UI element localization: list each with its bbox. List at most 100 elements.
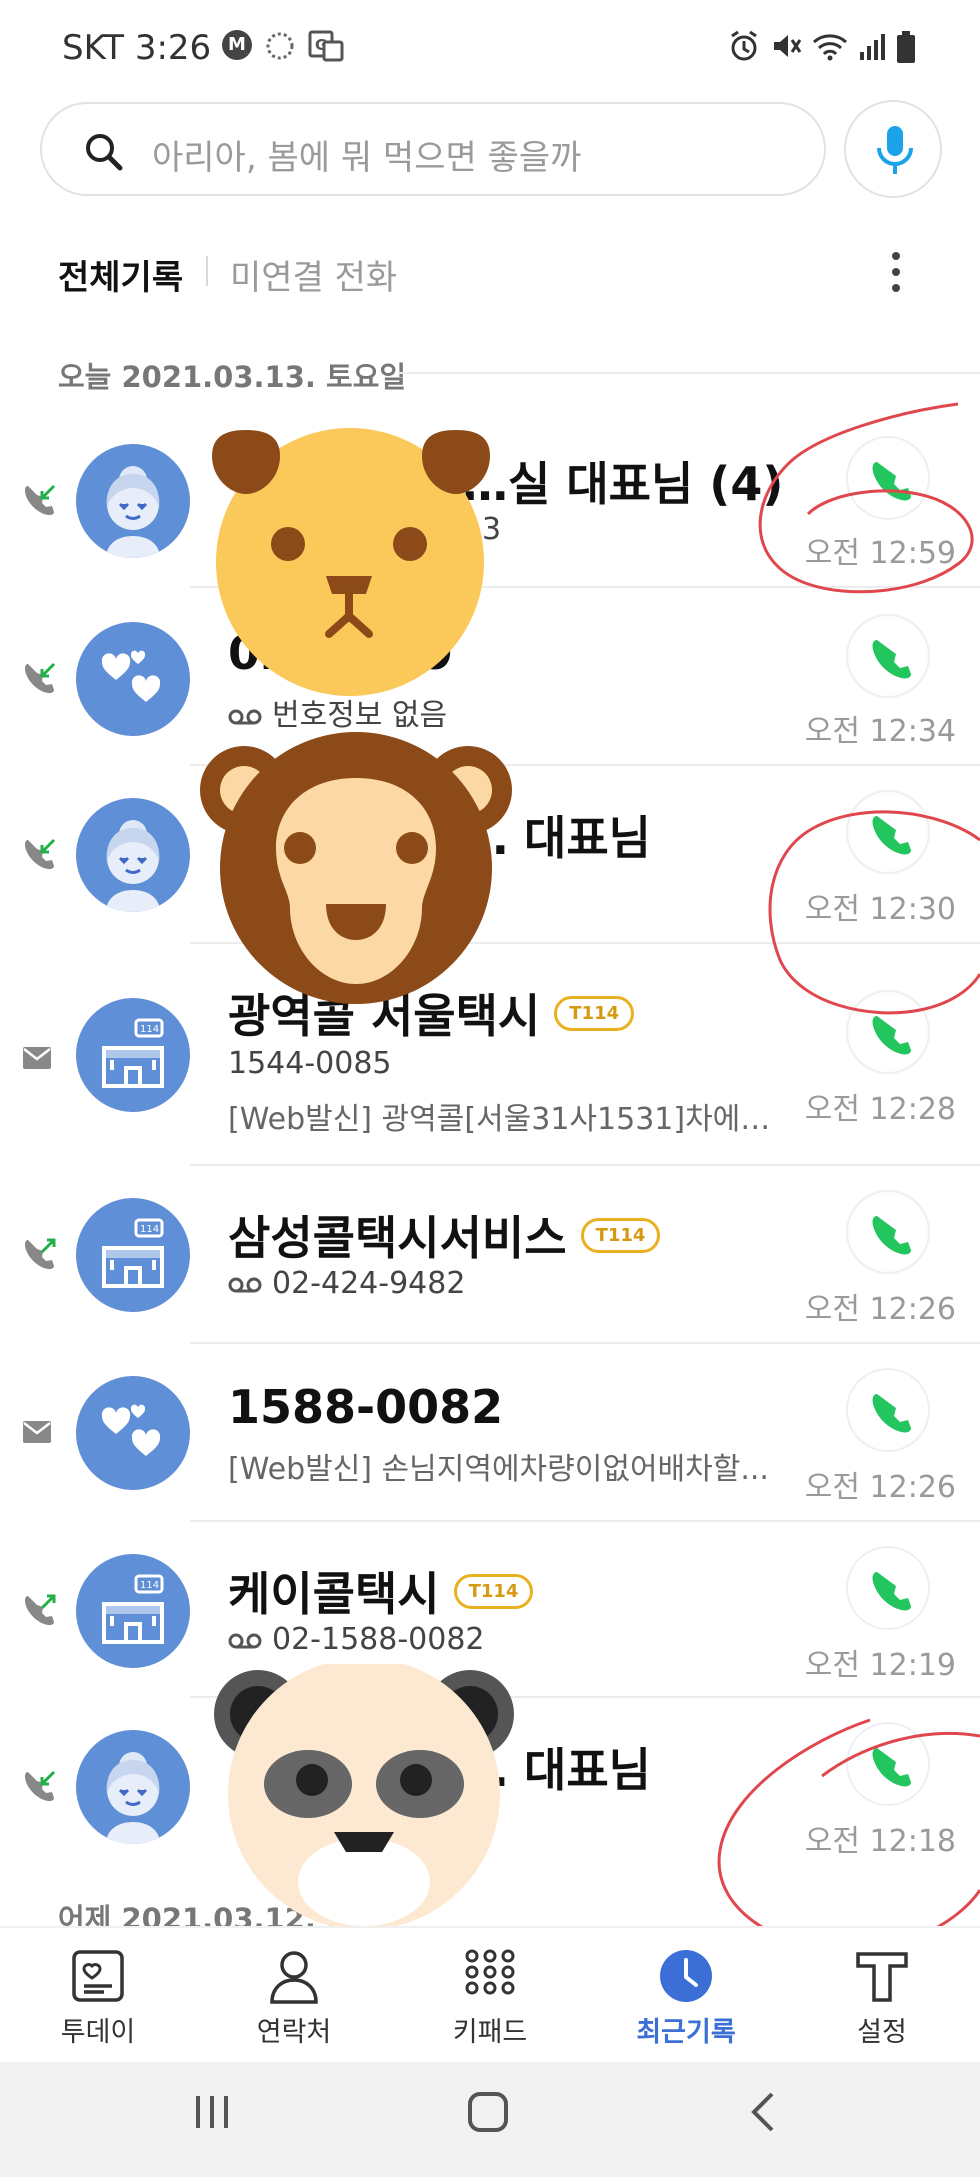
caller-number: 02-424-9482	[272, 1266, 466, 1301]
battery-icon	[897, 31, 915, 63]
recent-apps-icon[interactable]	[192, 2090, 232, 2134]
person-icon	[270, 1951, 318, 2004]
incoming-call-icon	[24, 1770, 56, 1802]
nav-keypad-label: 키패드	[452, 2017, 528, 2048]
more-options-button[interactable]	[880, 248, 912, 296]
call-title: 삼성콜택시서비스 T114	[228, 1202, 661, 1268]
search-placeholder: 아리아, 봄에 뭐 먹으면 좋을까	[152, 138, 582, 178]
section-header-today: 오늘 2021.03.13. 토요일	[58, 360, 407, 394]
call-log-row[interactable]: 114 삼성콜택시서비스 T114 02-424-9482 오전 12:26	[0, 1166, 980, 1344]
store-icon: 114	[102, 1018, 164, 1088]
phone-icon	[872, 816, 911, 855]
message-preview: [Web발신] 손님지역에차량이없어배차할...	[228, 1452, 769, 1487]
status-time: SKT 3:26	[62, 28, 212, 68]
svg-text:114: 114	[140, 1224, 159, 1235]
call-log-row[interactable]: 1588-0082 [Web발신] 손님지역에차량이없어배차할... 오전 12…	[0, 1344, 980, 1522]
phone-icon	[872, 640, 911, 679]
loading-icon	[266, 32, 294, 60]
call-time: 오전 12:19	[804, 1648, 956, 1683]
status-bar: SKT 3:26 M G	[0, 0, 980, 100]
t-logo-icon	[856, 1952, 908, 2002]
voicemail-icon	[228, 709, 262, 724]
search-box[interactable]: 아리아, 봄에 뭐 먹으면 좋을까	[40, 102, 826, 196]
system-nav-bar	[0, 2062, 980, 2177]
section-divider	[398, 372, 980, 374]
t114-badge: T114	[554, 996, 635, 1031]
outgoing-call-icon	[24, 1238, 56, 1270]
t114-badge: T114	[453, 1574, 534, 1609]
hearts-avatar	[76, 622, 190, 736]
clock-icon	[660, 1950, 712, 2002]
phone-icon	[872, 1016, 911, 1055]
t114-badge: T114	[580, 1218, 661, 1253]
call-time: 오전 12:26	[804, 1292, 956, 1327]
mic-icon	[877, 126, 913, 174]
call-button[interactable]	[846, 614, 930, 698]
call-time: 오전 12:30	[804, 892, 956, 927]
tab-missed-calls[interactable]: 미연결 전화	[230, 250, 397, 299]
caller-number: 02-1588-0082	[272, 1622, 485, 1657]
call-button[interactable]	[846, 1546, 930, 1630]
m-app-icon: M	[222, 30, 252, 60]
voicemail-icon	[228, 1277, 262, 1292]
nav-settings-label: 설정	[857, 2017, 907, 2048]
svg-text:114: 114	[140, 1024, 159, 1035]
home-icon[interactable]	[466, 2090, 510, 2134]
woman-avatar	[76, 444, 190, 558]
bottom-nav: 투데이 연락처 키패드 최근기록 설정	[0, 1926, 980, 2062]
signal-icon	[860, 34, 885, 60]
message-preview: [Web발신] 광역콜[서울31사1531]차에배...	[228, 1102, 788, 1137]
call-time: 오전 12:59	[804, 536, 956, 571]
caller-name: 케이콜택시	[228, 1567, 440, 1621]
tab-all-records[interactable]: 전체기록	[58, 250, 183, 299]
call-button[interactable]	[846, 990, 930, 1074]
call-title: 케이콜택시 T114	[228, 1558, 534, 1624]
store-icon: 114	[102, 1218, 164, 1288]
store-avatar: 114	[76, 998, 190, 1112]
voicemail-icon	[228, 1633, 262, 1648]
dog-sticker-icon	[212, 428, 490, 696]
message-icon	[23, 1047, 51, 1069]
mic-button[interactable]	[844, 100, 942, 198]
nav-recents[interactable]: 최근기록	[588, 1948, 784, 2049]
nav-today-label: 투데이	[60, 2017, 136, 2048]
call-time: 오전 12:28	[804, 1092, 956, 1127]
monkey-sticker-icon	[200, 732, 512, 1004]
woman-icon	[106, 1752, 160, 1844]
call-time: 오전 12:18	[804, 1824, 956, 1859]
nav-today[interactable]: 투데이	[0, 1948, 196, 2049]
phone-icon	[872, 1216, 911, 1255]
outgoing-call-icon	[24, 1594, 56, 1626]
mute-icon	[774, 35, 802, 57]
store-avatar: 114	[76, 1554, 190, 1668]
back-icon[interactable]	[748, 2090, 778, 2134]
nav-settings[interactable]: 설정	[784, 1948, 980, 2049]
nav-keypad[interactable]: 키패드	[392, 1948, 588, 2049]
call-button[interactable]	[846, 436, 930, 520]
phone-icon	[872, 462, 911, 501]
caller-name: 삼성콜택시서비스	[228, 1211, 567, 1265]
hearts-icon	[101, 1404, 161, 1456]
alarm-icon	[731, 30, 757, 61]
call-time: 오전 12:34	[804, 714, 956, 749]
store-avatar: 114	[76, 1198, 190, 1312]
keypad-icon	[465, 1949, 515, 1995]
call-title: …실 대표님 (4)	[462, 457, 784, 511]
call-button[interactable]	[846, 1190, 930, 1274]
translate-icon: G	[308, 30, 344, 62]
woman-avatar	[76, 1730, 190, 1844]
today-icon	[72, 1950, 124, 2002]
call-title: 1588-0082	[228, 1380, 504, 1434]
incoming-call-icon	[24, 662, 56, 694]
call-button[interactable]	[846, 1368, 930, 1452]
call-subtitle: 02-1588-0082	[228, 1622, 485, 1657]
nav-contacts[interactable]: 연락처	[196, 1948, 392, 2049]
phone-icon	[872, 1572, 911, 1611]
wifi-icon	[813, 34, 847, 61]
call-button[interactable]	[846, 1722, 930, 1806]
nav-contacts-label: 연락처	[256, 2017, 332, 2048]
call-button[interactable]	[846, 790, 930, 874]
woman-icon	[106, 466, 160, 558]
phone-icon	[872, 1748, 911, 1787]
incoming-call-icon	[24, 484, 56, 516]
